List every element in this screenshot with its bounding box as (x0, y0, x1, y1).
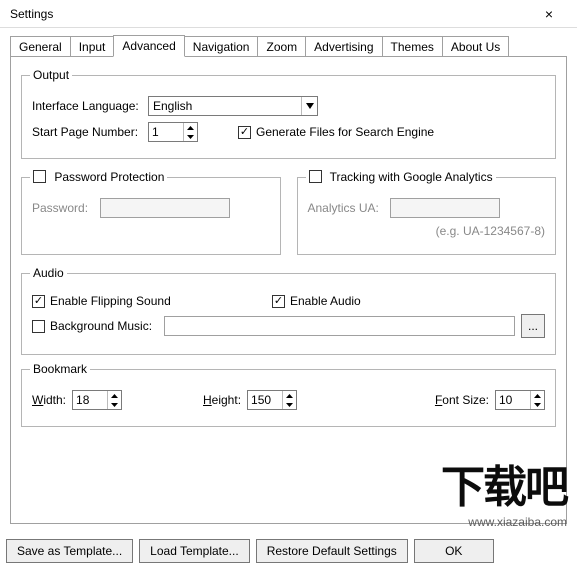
bookmark-fontsize-value[interactable]: 10 (496, 391, 530, 409)
start-page-spinner[interactable]: 1 (148, 122, 198, 142)
spinner-down-icon[interactable] (184, 132, 197, 141)
save-template-button[interactable]: Save as Template... (6, 539, 133, 563)
bookmark-height-spinner[interactable]: 150 (247, 390, 297, 410)
tab-advanced[interactable]: Advanced (113, 35, 184, 57)
tab-themes[interactable]: Themes (382, 36, 443, 56)
group-tracking: Tracking with Google Analytics Analytics… (297, 177, 557, 255)
tab-input[interactable]: Input (70, 36, 115, 56)
spinner-up-icon[interactable] (184, 123, 197, 132)
enable-flipping-sound-label: Enable Flipping Sound (50, 294, 171, 308)
interface-language-value: English (149, 99, 301, 113)
bookmark-width-value[interactable]: 18 (73, 391, 107, 409)
restore-defaults-button[interactable]: Restore Default Settings (256, 539, 408, 563)
background-music-input[interactable] (164, 316, 515, 336)
enable-flipping-sound-checkbox[interactable] (32, 295, 45, 308)
analytics-ua-input[interactable] (390, 198, 500, 218)
load-template-button[interactable]: Load Template... (139, 539, 250, 563)
bookmark-fontsize-label: Font Size: (435, 393, 489, 407)
background-music-label: Background Music: (50, 319, 152, 333)
password-protection-label: Password Protection (54, 170, 164, 184)
spinner-down-icon[interactable] (108, 400, 121, 409)
start-page-label: Start Page Number: (32, 125, 142, 139)
interface-language-label: Interface Language: (32, 99, 142, 113)
spinner-up-icon[interactable] (283, 391, 296, 400)
spinner-down-icon[interactable] (283, 400, 296, 409)
generate-search-files-checkbox[interactable] (238, 126, 251, 139)
group-audio: Audio Enable Flipping Sound Enable Audio… (21, 273, 556, 355)
tab-navigation[interactable]: Navigation (184, 36, 259, 56)
bottom-bar: Save as Template... Load Template... Res… (6, 539, 571, 563)
bookmark-height-value[interactable]: 150 (248, 391, 282, 409)
password-label: Password: (32, 201, 94, 215)
background-music-browse-button[interactable]: ... (521, 314, 545, 338)
tab-about[interactable]: About Us (442, 36, 509, 56)
group-password: Password Protection Password: (21, 177, 281, 255)
ok-button[interactable]: OK (414, 539, 494, 563)
start-page-value[interactable]: 1 (149, 123, 183, 141)
group-output-legend: Output (30, 68, 72, 82)
enable-audio-checkbox[interactable] (272, 295, 285, 308)
chevron-down-icon[interactable] (301, 97, 317, 115)
tab-advertising[interactable]: Advertising (305, 36, 382, 56)
window-title: Settings (10, 7, 53, 21)
spinner-up-icon[interactable] (531, 391, 544, 400)
enable-audio-label: Enable Audio (290, 294, 361, 308)
tab-general[interactable]: General (10, 36, 71, 56)
group-tracking-legend: Tracking with Google Analytics (306, 170, 496, 184)
tracking-checkbox[interactable] (309, 170, 322, 183)
password-protection-checkbox[interactable] (33, 170, 46, 183)
tab-zoom[interactable]: Zoom (257, 36, 306, 56)
group-bookmark: Bookmark Width: 18 Height: 150 (21, 369, 556, 427)
spinner-down-icon[interactable] (531, 400, 544, 409)
background-music-checkbox[interactable] (32, 320, 45, 333)
spinner-up-icon[interactable] (108, 391, 121, 400)
group-password-legend: Password Protection (30, 170, 167, 184)
tracking-label: Tracking with Google Analytics (330, 170, 493, 184)
password-input[interactable] (100, 198, 230, 218)
tab-page-advanced: Output Interface Language: English Start… (10, 56, 567, 524)
group-audio-legend: Audio (30, 266, 67, 280)
generate-search-files-label: Generate Files for Search Engine (256, 125, 434, 139)
analytics-ua-hint: (e.g. UA-1234567-8) (436, 224, 545, 238)
group-output: Output Interface Language: English Start… (21, 75, 556, 159)
bookmark-height-label: Height: (203, 393, 241, 407)
tab-strip: General Input Advanced Navigation Zoom A… (10, 34, 567, 56)
bookmark-width-spinner[interactable]: 18 (72, 390, 122, 410)
analytics-ua-label: Analytics UA: (308, 201, 384, 215)
close-icon[interactable]: × (529, 0, 569, 28)
bookmark-fontsize-spinner[interactable]: 10 (495, 390, 545, 410)
interface-language-select[interactable]: English (148, 96, 318, 116)
bookmark-width-label: Width: (32, 393, 66, 407)
group-bookmark-legend: Bookmark (30, 362, 90, 376)
